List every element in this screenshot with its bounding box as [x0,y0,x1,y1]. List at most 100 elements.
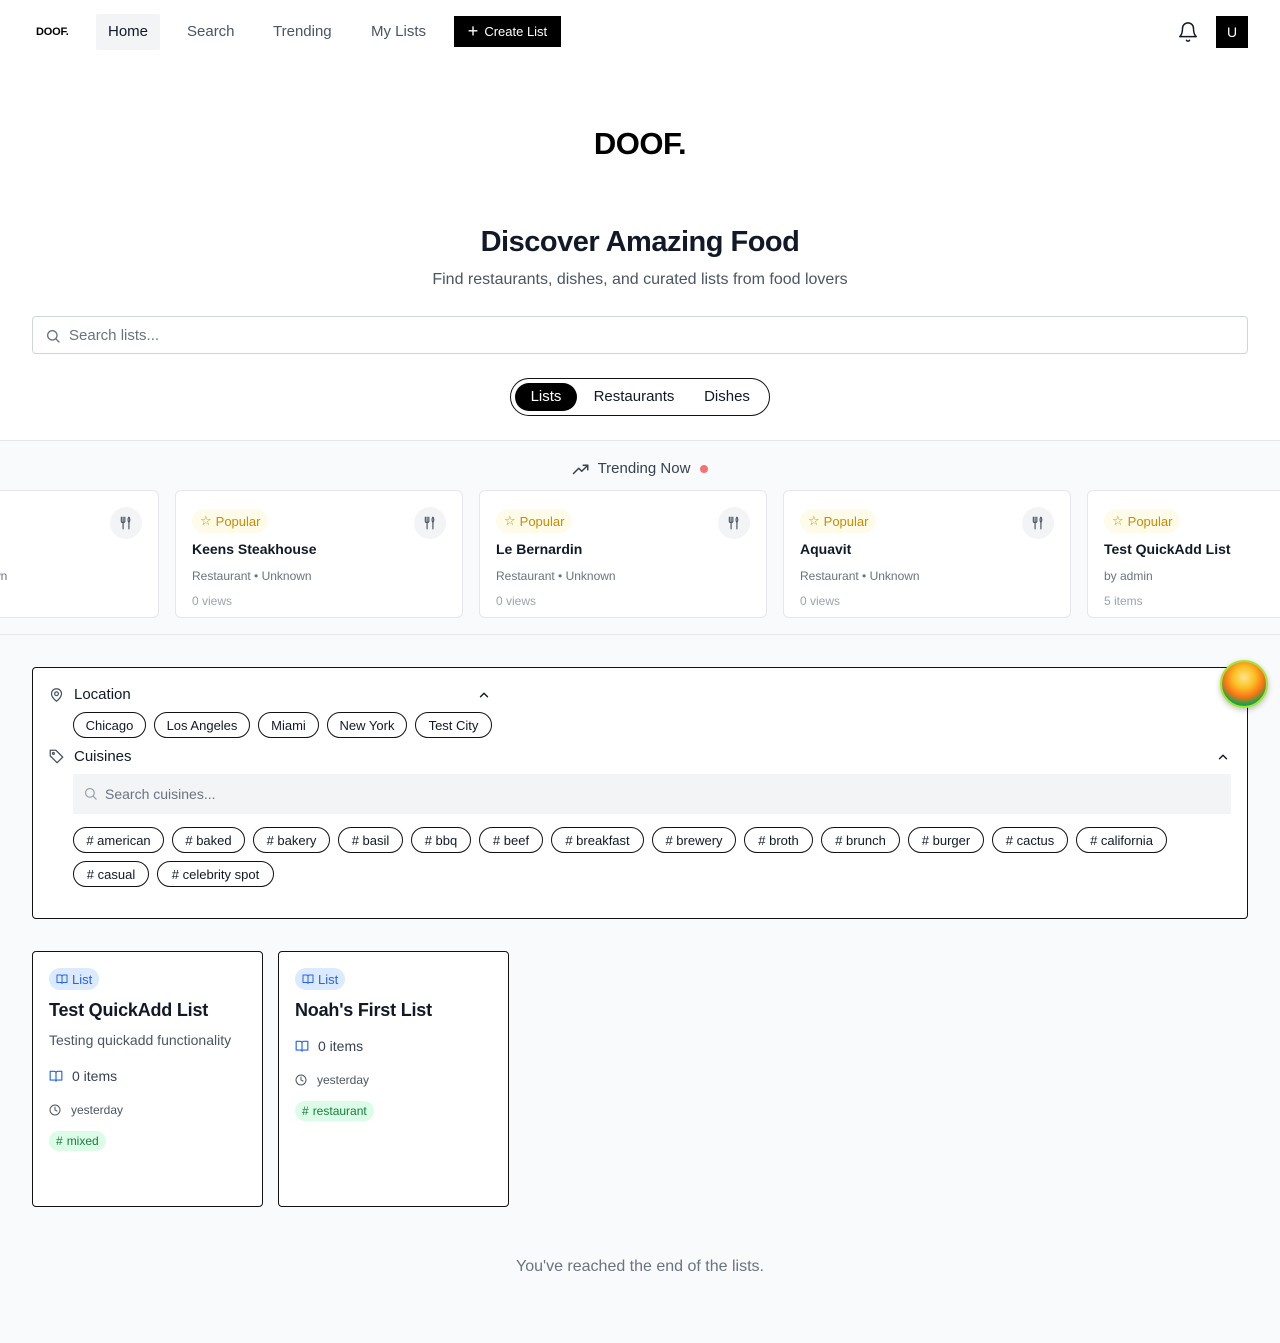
list-card[interactable]: List Test QuickAdd List Testing quickadd… [32,951,263,1207]
list-date: yesterday [49,1103,123,1117]
popular-badge: ☆ Popular [800,509,877,533]
create-list-label: Create List [484,24,548,39]
hero-section: DOOF. Discover Amazing Food Find restaur… [0,64,1280,441]
cuisine-chip[interactable]: # breakfast [551,827,644,853]
list-tag-label: restaurant [312,1104,367,1118]
popular-badge: ☆ Popular [496,509,573,533]
clock-icon [49,1104,61,1116]
popular-badge-label: Popular [519,513,565,529]
hero-logo: DOOF. [593,126,687,161]
list-date: yesterday [295,1073,369,1087]
list-tag-label: mixed [66,1134,99,1148]
trending-card-meta: Restaurant • Unknown [800,569,920,583]
cuisine-chip[interactable]: # burger [908,827,984,853]
content-type-switch: Lists Restaurants Dishes [510,378,770,416]
cuisines-title: Cuisines [74,748,132,765]
cuisine-chip[interactable]: # bbq [411,827,471,853]
trending-card-name: Le Bernardin [496,541,583,557]
list-items-label: 0 items [318,1038,364,1054]
cuisine-chip[interactable]: # casual [73,861,149,887]
map-pin-icon [49,687,64,703]
trending-card-stat: 0 views [496,594,537,608]
nav-link-home[interactable]: Home [96,14,161,50]
location-filter-header[interactable]: Location [49,686,131,703]
cuisine-chip[interactable]: # american [73,827,164,853]
list-description: Testing quickadd functionality [49,1032,232,1048]
trending-title: Trending Now [597,460,691,477]
hash-icon: # [56,1134,63,1148]
create-list-button[interactable]: + Create List [454,16,561,47]
star-icon: ☆ [808,513,820,528]
trending-card-name: Keens Steakhouse [192,541,317,557]
utensils-icon [414,507,446,539]
book-open-icon [49,1069,63,1083]
floating-globe-button[interactable] [1220,660,1268,708]
page-subtitle: Find restaurants, dishes, and curated li… [432,271,848,288]
popular-badge-label: Popular [1127,513,1173,529]
list-badge-label: List [72,971,93,987]
trending-card[interactable]: ☆ Popular Test QuickAdd List by admin 5 i… [1087,490,1280,618]
plus-icon: + [467,20,479,41]
list-date-label: yesterday [317,1073,370,1087]
list-card[interactable]: List Noah's First List 0 items yesterday… [278,951,509,1207]
cuisine-chip[interactable]: # celebrity spot [157,861,274,887]
utensils-icon [1022,507,1054,539]
cuisine-chip[interactable]: # bakery [253,827,330,853]
cuisine-chip[interactable]: # brewery [652,827,736,853]
location-chip[interactable]: Chicago [73,712,146,738]
list-item-count: 0 items [49,1068,117,1084]
list-badge: List [49,968,100,990]
nav-link-trending[interactable]: Trending [261,14,344,50]
tab-dishes[interactable]: Dishes [693,383,761,411]
cuisine-chip[interactable]: # cactus [992,827,1068,853]
cuisine-chip[interactable]: # california [1076,827,1167,853]
location-chip[interactable]: New York [327,712,407,738]
avatar[interactable]: U [1216,16,1248,48]
filter-panel: Location Chicago Los Angeles Miami New Y… [32,667,1248,919]
end-of-lists-message: You've reached the end of the lists. [516,1258,764,1275]
location-chip[interactable]: Test City [415,712,492,738]
search-icon [83,786,98,801]
tab-restaurants[interactable]: Restaurants [585,383,683,411]
tag-icon [49,749,64,764]
trending-card-stat: 0 views [800,594,841,608]
popular-badge: ☆ Popular [1104,509,1181,533]
bell-icon[interactable] [1177,20,1199,44]
location-chip[interactable]: Los Angeles [154,712,250,738]
cuisine-search-box [73,774,1231,814]
nav-link-search[interactable]: Search [175,14,247,50]
list-title: Noah's First List [295,1000,432,1020]
cuisine-chip[interactable]: # baked [172,827,245,853]
tab-lists[interactable]: Lists [515,383,577,411]
cuisine-chip[interactable]: # broth [744,827,813,853]
location-chip[interactable]: Miami [258,712,319,738]
list-tag: # restaurant [295,1101,374,1121]
star-icon: ☆ [1112,513,1124,528]
top-nav: DOOF. Home Search Trending My Lists + Cr… [0,0,1280,64]
trending-card[interactable]: ☆ Popular Aquavit Restaurant • Unknown 0 … [783,490,1071,618]
star-icon: ☆ [200,513,212,528]
cuisine-chip[interactable]: # beef [479,827,543,853]
trending-card[interactable]: ☆ Popular Le Bernardin Restaurant • Unkno… [479,490,767,618]
trending-card-name: Aquavit [800,541,852,557]
live-dot [700,464,709,473]
trending-card[interactable]: ☆ Popular Keens Steakhouse Restaurant • U… [175,490,463,618]
trending-section: Trending Now wn ☆Popular Keens Steakhous… [0,442,1280,635]
nav-link-my-lists[interactable]: My Lists [359,14,438,50]
cuisine-chip[interactable]: # basil [338,827,403,853]
chevron-up-icon[interactable] [1216,750,1230,764]
cuisine-chip[interactable]: # brunch [821,827,900,853]
trending-card-meta: by admin [1104,569,1153,583]
trending-card-partial[interactable]: wn [0,490,159,618]
cuisine-search-input[interactable] [105,774,1205,814]
list-items-label: 0 items [72,1068,118,1084]
search-input[interactable] [69,317,1229,353]
list-search-box [32,316,1248,354]
list-badge-label: List [318,971,339,987]
cuisines-filter-header[interactable]: Cuisines [49,748,132,765]
book-open-icon [295,1039,309,1053]
chevron-up-icon[interactable] [477,688,491,702]
list-title: Test QuickAdd List [49,1000,209,1020]
star-icon: ☆ [504,513,516,528]
nav-logo[interactable]: DOOF. [36,26,69,38]
